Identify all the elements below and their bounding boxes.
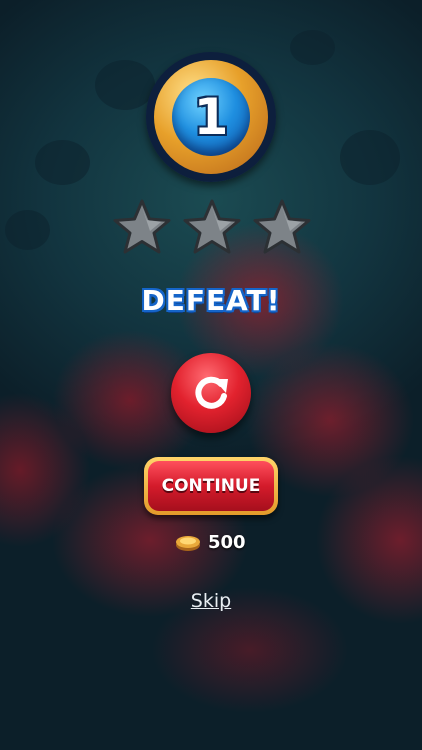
background-bubble — [5, 210, 50, 250]
star-empty-icon — [183, 199, 241, 254]
continue-button-face: CONTINUE — [148, 461, 274, 511]
retry-button[interactable] — [171, 353, 251, 433]
continue-button-label: CONTINUE — [161, 476, 261, 496]
result-title: DEFEAT! — [141, 284, 281, 317]
coin-icon — [176, 536, 200, 551]
continue-cost: 500 — [174, 529, 246, 555]
level-badge-core: 1 — [172, 78, 250, 156]
star-empty-icon — [253, 199, 311, 254]
level-number: 1 — [193, 88, 229, 146]
background-bubble — [35, 140, 90, 185]
star-empty-icon — [113, 199, 171, 254]
level-badge: 1 — [146, 52, 276, 182]
refresh-icon — [195, 376, 228, 409]
level-badge-ring: 1 — [154, 60, 268, 174]
background-bubble — [290, 30, 335, 65]
star-rating — [112, 198, 312, 262]
background-bubble — [95, 60, 155, 110]
background-bubble — [340, 130, 400, 185]
continue-button[interactable]: CONTINUE — [144, 457, 278, 515]
skip-link[interactable]: Skip — [0, 590, 422, 612]
cost-value: 500 — [208, 531, 246, 553]
